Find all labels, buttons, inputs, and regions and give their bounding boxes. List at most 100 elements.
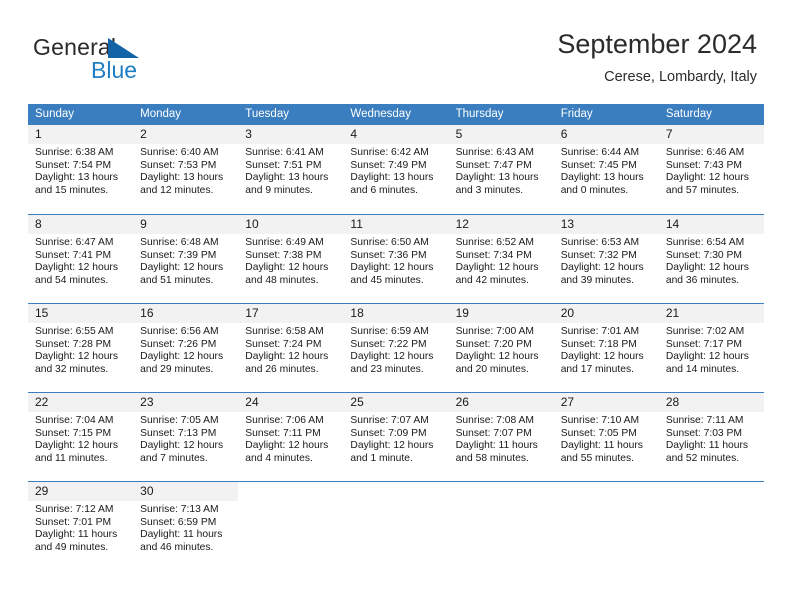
day-details: Sunrise: 6:42 AM Sunset: 7:49 PM Dayligh… <box>343 144 448 197</box>
day-number: 16 <box>140 306 154 320</box>
daylight-text: Daylight: 12 hours and 11 minutes. <box>35 440 118 464</box>
day-number: 18 <box>350 306 364 320</box>
day-number-band: 24 <box>238 393 344 412</box>
daylight-text: Daylight: 13 hours and 15 minutes. <box>35 172 118 196</box>
day-cell-empty <box>343 482 449 570</box>
page-subtitle-location: Cerese, Lombardy, Italy <box>604 69 757 85</box>
day-number-band: 23 <box>133 393 239 412</box>
day-cell[interactable]: 23 Sunrise: 7:05 AM Sunset: 7:13 PM Dayl… <box>133 393 239 481</box>
day-cell[interactable]: 22 Sunrise: 7:04 AM Sunset: 7:15 PM Dayl… <box>28 393 134 481</box>
day-cell[interactable]: 20 Sunrise: 7:01 AM Sunset: 7:18 PM Dayl… <box>553 304 659 392</box>
day-number: 24 <box>245 395 259 409</box>
day-number-band: 17 <box>238 304 344 323</box>
daylight-text: Daylight: 11 hours and 55 minutes. <box>560 440 643 464</box>
sunset-text: Sunset: 7:43 PM <box>665 159 742 171</box>
sunset-text: Sunset: 7:53 PM <box>140 159 217 171</box>
daylight-text: Daylight: 13 hours and 9 minutes. <box>245 172 329 196</box>
weekday-header-tuesday: Tuesday <box>245 108 289 120</box>
week-row: 15 Sunrise: 6:55 AM Sunset: 7:28 PM Dayl… <box>28 303 764 392</box>
day-cell[interactable]: 1 Sunrise: 6:38 AM Sunset: 7:54 PM Dayli… <box>28 125 134 214</box>
sunrise-text: Sunrise: 6:49 AM <box>245 237 324 248</box>
weekday-header-wednesday: Wednesday <box>350 108 411 120</box>
day-cell[interactable]: 21 Sunrise: 7:02 AM Sunset: 7:17 PM Dayl… <box>658 304 764 392</box>
day-cell[interactable]: 16 Sunrise: 6:56 AM Sunset: 7:26 PM Dayl… <box>133 304 239 392</box>
day-cell[interactable]: 4 Sunrise: 6:42 AM Sunset: 7:49 PM Dayli… <box>343 125 449 214</box>
day-cell[interactable]: 11 Sunrise: 6:50 AM Sunset: 7:36 PM Dayl… <box>343 215 449 303</box>
day-cell[interactable]: 7 Sunrise: 6:46 AM Sunset: 7:43 PM Dayli… <box>658 125 764 214</box>
day-cell[interactable]: 19 Sunrise: 7:00 AM Sunset: 7:20 PM Dayl… <box>448 304 554 392</box>
day-cell[interactable]: 3 Sunrise: 6:41 AM Sunset: 7:51 PM Dayli… <box>238 125 344 214</box>
sunset-text: Sunset: 7:54 PM <box>35 159 112 171</box>
day-number: 8 <box>35 217 42 231</box>
day-cell[interactable]: 9 Sunrise: 6:48 AM Sunset: 7:39 PM Dayli… <box>133 215 239 303</box>
day-number-band: 26 <box>448 393 554 412</box>
day-number-band: 30 <box>133 482 239 501</box>
day-cell[interactable]: 25 Sunrise: 7:07 AM Sunset: 7:09 PM Dayl… <box>343 393 449 481</box>
day-cell[interactable]: 2 Sunrise: 6:40 AM Sunset: 7:53 PM Dayli… <box>133 125 239 214</box>
day-details: Sunrise: 7:08 AM Sunset: 7:07 PM Dayligh… <box>449 412 554 465</box>
day-details: Sunrise: 6:55 AM Sunset: 7:28 PM Dayligh… <box>28 323 133 376</box>
sunrise-text: Sunrise: 7:01 AM <box>560 326 640 337</box>
day-details: Sunrise: 7:10 AM Sunset: 7:05 PM Dayligh… <box>554 412 659 465</box>
weekday-header-saturday: Saturday <box>665 108 712 120</box>
sunset-text: Sunset: 6:59 PM <box>140 516 217 528</box>
day-cell[interactable]: 18 Sunrise: 6:59 AM Sunset: 7:22 PM Dayl… <box>343 304 449 392</box>
day-details: Sunrise: 6:48 AM Sunset: 7:39 PM Dayligh… <box>133 234 238 287</box>
sunrise-text: Sunrise: 6:58 AM <box>245 326 324 337</box>
day-cell[interactable]: 29 Sunrise: 7:12 AM Sunset: 7:01 PM Dayl… <box>28 482 134 570</box>
day-number: 9 <box>140 217 147 231</box>
daylight-text: Daylight: 12 hours and 48 minutes. <box>245 262 329 286</box>
daylight-text: Daylight: 11 hours and 58 minutes. <box>455 440 538 464</box>
sunset-text: Sunset: 7:41 PM <box>35 249 112 261</box>
day-details: Sunrise: 6:56 AM Sunset: 7:26 PM Dayligh… <box>133 323 238 376</box>
day-number-band <box>554 482 659 501</box>
day-cell[interactable]: 24 Sunrise: 7:06 AM Sunset: 7:11 PM Dayl… <box>238 393 344 481</box>
day-cell[interactable]: 6 Sunrise: 6:44 AM Sunset: 7:45 PM Dayli… <box>553 125 659 214</box>
day-number-band: 1 <box>28 125 134 144</box>
sunset-text: Sunset: 7:34 PM <box>455 249 532 261</box>
day-cell[interactable]: 5 Sunrise: 6:43 AM Sunset: 7:47 PM Dayli… <box>448 125 554 214</box>
day-number-band: 9 <box>133 215 239 234</box>
day-number: 29 <box>35 484 49 498</box>
logo-text-blue: Blue <box>91 57 138 83</box>
day-cell[interactable]: 15 Sunrise: 6:55 AM Sunset: 7:28 PM Dayl… <box>28 304 134 392</box>
day-details: Sunrise: 6:44 AM Sunset: 7:45 PM Dayligh… <box>554 144 659 197</box>
day-number: 12 <box>455 217 469 231</box>
day-number: 7 <box>665 127 673 141</box>
day-number: 5 <box>455 127 463 141</box>
sunrise-text: Sunrise: 6:46 AM <box>665 147 745 158</box>
day-number-band: 18 <box>343 304 449 323</box>
day-cell-empty <box>448 482 554 570</box>
sunrise-text: Sunrise: 7:12 AM <box>35 504 114 515</box>
day-number: 19 <box>455 306 469 320</box>
day-cell[interactable]: 10 Sunrise: 6:49 AM Sunset: 7:38 PM Dayl… <box>238 215 344 303</box>
day-cell[interactable]: 30 Sunrise: 7:13 AM Sunset: 6:59 PM Dayl… <box>133 482 239 570</box>
day-details: Sunrise: 7:00 AM Sunset: 7:20 PM Dayligh… <box>449 323 554 376</box>
sunrise-text: Sunrise: 7:08 AM <box>455 415 534 426</box>
sunset-text: Sunset: 7:09 PM <box>350 427 427 439</box>
day-cell[interactable]: 17 Sunrise: 6:58 AM Sunset: 7:24 PM Dayl… <box>238 304 344 392</box>
day-cell[interactable]: 12 Sunrise: 6:52 AM Sunset: 7:34 PM Dayl… <box>448 215 554 303</box>
day-number-band: 15 <box>28 304 134 323</box>
sunset-text: Sunset: 7:15 PM <box>35 427 112 439</box>
day-details: Sunrise: 6:41 AM Sunset: 7:51 PM Dayligh… <box>238 144 343 197</box>
day-cell[interactable]: 27 Sunrise: 7:10 AM Sunset: 7:05 PM Dayl… <box>553 393 659 481</box>
day-cell[interactable]: 13 Sunrise: 6:53 AM Sunset: 7:32 PM Dayl… <box>553 215 659 303</box>
day-number: 4 <box>350 127 358 141</box>
day-number: 20 <box>560 306 575 320</box>
day-details: Sunrise: 6:38 AM Sunset: 7:54 PM Dayligh… <box>28 144 133 197</box>
day-cell[interactable]: 8 Sunrise: 6:47 AM Sunset: 7:41 PM Dayli… <box>28 215 134 303</box>
day-details: Sunrise: 6:52 AM Sunset: 7:34 PM Dayligh… <box>449 234 554 287</box>
week-row: 8 Sunrise: 6:47 AM Sunset: 7:41 PM Dayli… <box>28 214 764 303</box>
day-details: Sunrise: 6:58 AM Sunset: 7:24 PM Dayligh… <box>238 323 343 376</box>
sunrise-text: Sunrise: 6:42 AM <box>350 147 429 158</box>
day-number-band: 4 <box>343 125 449 144</box>
day-cell[interactable]: 28 Sunrise: 7:11 AM Sunset: 7:03 PM Dayl… <box>658 393 764 481</box>
weekday-header-row: Sunday Monday Tuesday Wednesday Thursday… <box>28 104 764 125</box>
sunrise-text: Sunrise: 7:13 AM <box>140 504 219 515</box>
sunset-text: Sunset: 7:01 PM <box>35 516 112 528</box>
day-cell[interactable]: 14 Sunrise: 6:54 AM Sunset: 7:30 PM Dayl… <box>658 215 764 303</box>
day-cell-empty <box>238 482 344 570</box>
day-cell[interactable]: 26 Sunrise: 7:08 AM Sunset: 7:07 PM Dayl… <box>448 393 554 481</box>
general-blue-logo: General Blue <box>33 34 213 90</box>
